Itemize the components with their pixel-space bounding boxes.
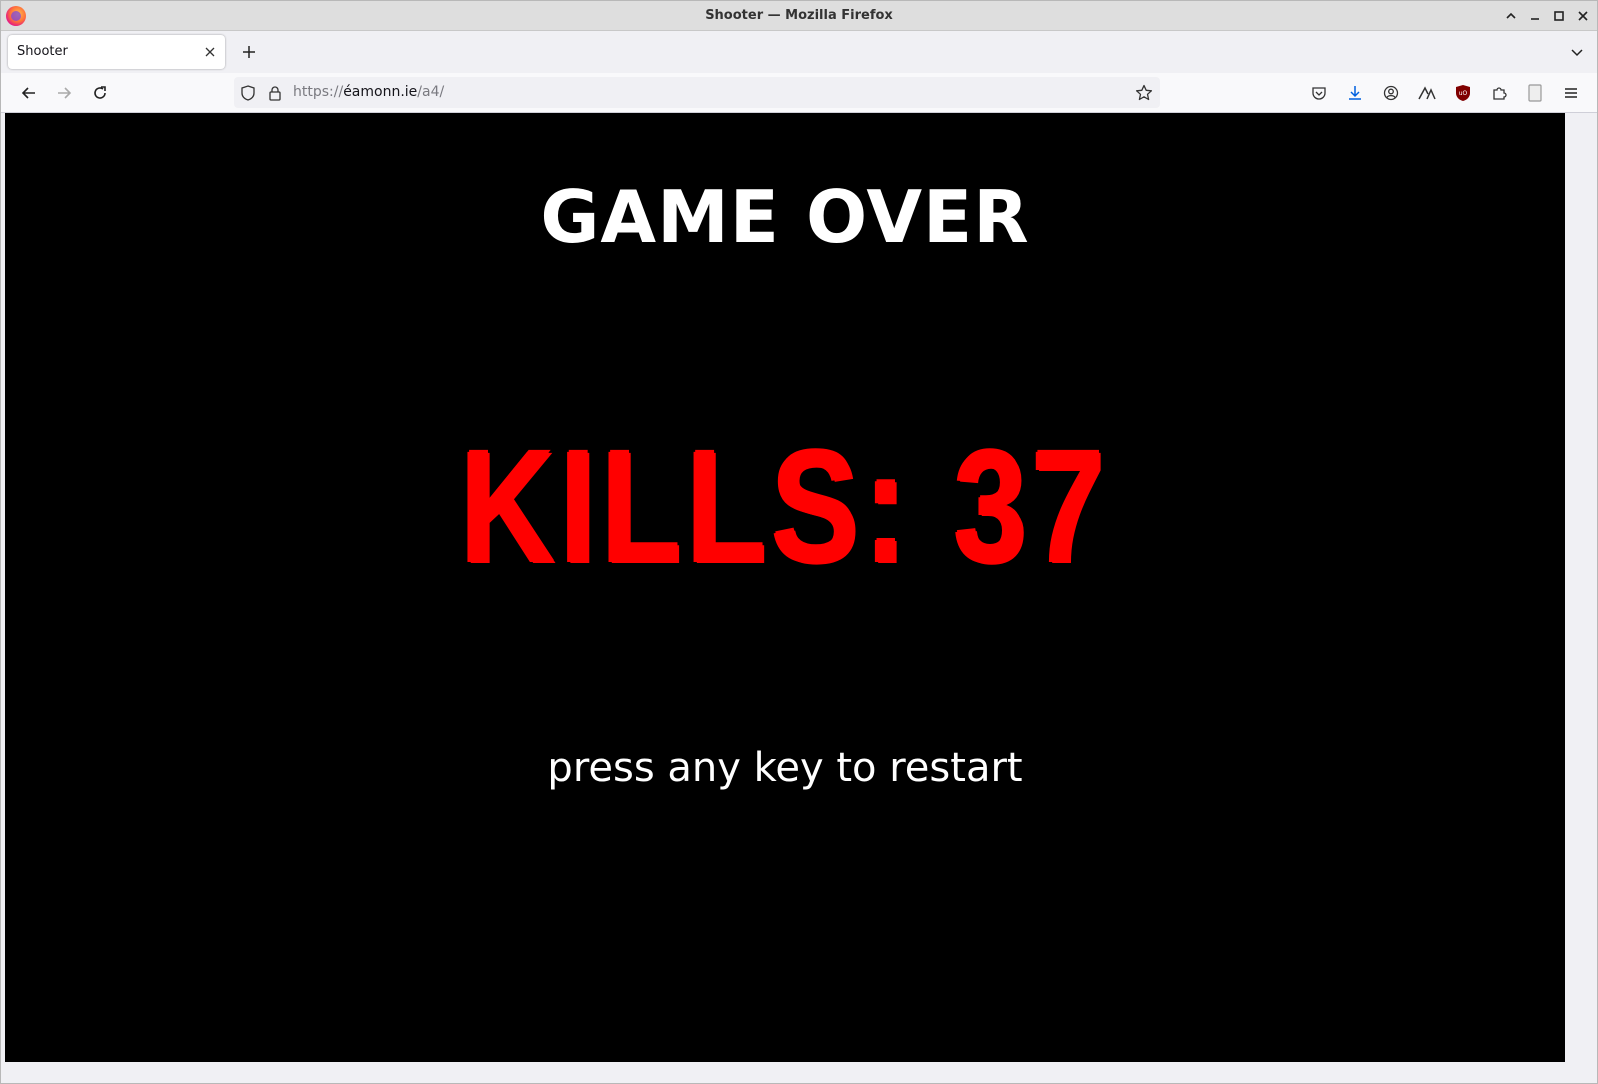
maximize-icon — [1554, 10, 1564, 21]
forward-button[interactable] — [50, 79, 78, 107]
svg-text:uO: uO — [1459, 90, 1468, 97]
window-controls — [1501, 1, 1593, 30]
downloads-icon[interactable] — [1341, 79, 1369, 107]
game-canvas[interactable]: GAME OVER KILLS: 37 press any key to res… — [5, 113, 1565, 1062]
reload-button[interactable] — [86, 79, 114, 107]
new-tab-button[interactable] — [237, 40, 261, 64]
window-close-button[interactable] — [1573, 6, 1593, 26]
account-icon[interactable] — [1377, 79, 1405, 107]
tracking-protection-shield-icon[interactable] — [238, 83, 258, 103]
bookmark-star-icon[interactable] — [1134, 83, 1154, 103]
lock-icon[interactable] — [265, 83, 285, 103]
extensions-icon[interactable] — [1485, 79, 1513, 107]
browser-window: Shooter — Mozilla Firefox Shooter https:… — [0, 0, 1598, 1084]
pocket-icon[interactable] — [1305, 79, 1333, 107]
url-scheme: https:// — [293, 84, 344, 100]
toolbar-icons: uO — [1305, 79, 1585, 107]
reader-icon[interactable] — [1521, 79, 1549, 107]
arrow-right-icon — [58, 87, 72, 99]
list-all-tabs-button[interactable] — [1565, 40, 1589, 64]
minimize-icon — [1531, 17, 1539, 20]
title-bar: Shooter — Mozilla Firefox — [1, 1, 1597, 31]
tab-close-button[interactable] — [201, 43, 219, 61]
back-button[interactable] — [15, 79, 43, 107]
game-over-heading: GAME OVER — [540, 175, 1030, 259]
window-shade-button[interactable] — [1501, 6, 1521, 26]
plus-icon — [243, 46, 255, 58]
menu-icon[interactable] — [1557, 79, 1585, 107]
chevron-down-icon — [1571, 49, 1583, 57]
tab-label: Shooter — [17, 44, 68, 59]
reload-icon — [94, 86, 106, 99]
window-title: Shooter — Mozilla Firefox — [705, 8, 893, 23]
chevron-up-icon — [1506, 12, 1516, 19]
tab-shooter[interactable]: Shooter — [8, 35, 225, 69]
navigation-toolbar: https://éamonn.ie/a4/ uO — [1, 73, 1597, 113]
ublock-icon[interactable]: uO — [1449, 79, 1477, 107]
window-maximize-button[interactable] — [1549, 6, 1569, 26]
window-edge — [1593, 113, 1597, 1062]
close-icon — [1578, 10, 1588, 21]
url-host: éamonn.ie — [343, 84, 418, 100]
tab-strip: Shooter — [1, 31, 1597, 73]
url-path: /a4/ — [417, 84, 445, 100]
arrow-left-icon — [21, 87, 35, 99]
close-icon — [205, 47, 215, 57]
url-bar[interactable]: https://éamonn.ie/a4/ — [234, 77, 1160, 108]
url-text[interactable]: https://éamonn.ie/a4/ — [293, 77, 444, 108]
kills-counter: KILLS: 37 — [460, 415, 1110, 594]
extension-a-icon[interactable] — [1413, 79, 1441, 107]
window-minimize-button[interactable] — [1525, 6, 1545, 26]
restart-hint: press any key to restart — [547, 745, 1023, 791]
